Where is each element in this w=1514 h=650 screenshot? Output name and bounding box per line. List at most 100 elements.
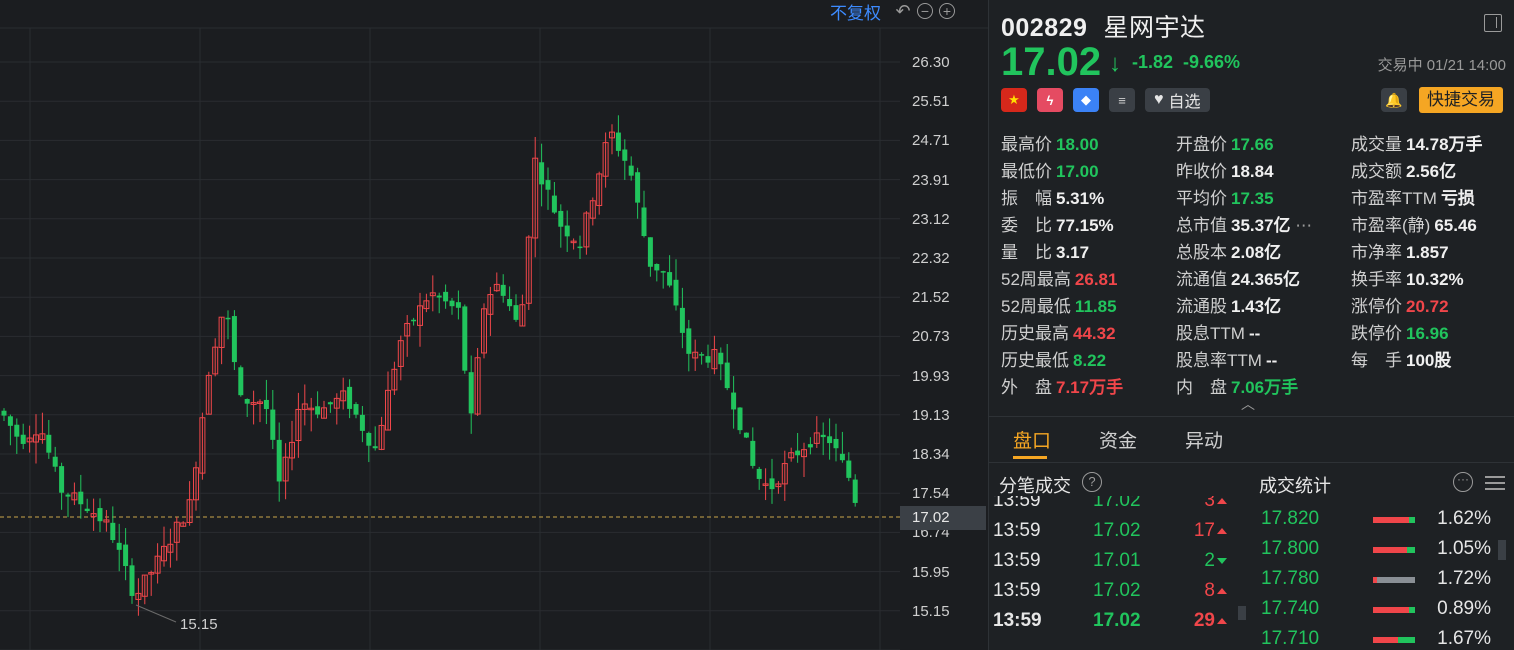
quick-trade-button[interactable]: 快捷交易 bbox=[1419, 87, 1503, 113]
notes-icon[interactable]: ≡ bbox=[1109, 88, 1135, 112]
china-flag-icon[interactable]: ★ bbox=[1001, 88, 1027, 112]
candle-body bbox=[276, 439, 282, 482]
quote-value: 2.56亿 bbox=[1406, 162, 1457, 181]
stats-bar bbox=[1373, 607, 1415, 613]
candle-body bbox=[750, 440, 756, 466]
undo-icon[interactable]: ↶ bbox=[895, 2, 911, 20]
quote-label: 52周最低 bbox=[1001, 297, 1071, 316]
up-triangle-icon bbox=[1217, 618, 1227, 624]
divider bbox=[989, 462, 1514, 463]
quote-label: 股息率TTM bbox=[1176, 351, 1262, 370]
stats-bar-sell bbox=[1398, 637, 1415, 643]
quote-panel: 002829 星网宇达 17.02 ↓ -1.82 -9.66% 交易中 01/21… bbox=[988, 0, 1514, 650]
more-icon[interactable]: ⋯ bbox=[1291, 216, 1312, 235]
kline-chart[interactable]: 不复权 ↶ − + 26.30 25.51 24.71 23.91 23.12 22.32… bbox=[0, 0, 988, 650]
candle-body bbox=[673, 279, 679, 306]
candle-body bbox=[622, 149, 628, 161]
candle-body bbox=[436, 295, 442, 298]
price-tick-label: 19.13 bbox=[912, 406, 950, 424]
candle-body bbox=[539, 162, 545, 185]
add-watchlist-button[interactable]: ♥ 自选 bbox=[1145, 88, 1210, 112]
list-view-icon[interactable] bbox=[1485, 474, 1505, 492]
min-price-label: 15.15 bbox=[180, 616, 218, 633]
quote-item: 总市值 35.37亿 ⋯ bbox=[1176, 211, 1312, 236]
volume-stats-list[interactable]: 17.820 1.62% 17.800 1.05% 17.780 1.72% 17.740 0… bbox=[1259, 508, 1509, 650]
candle-body bbox=[353, 404, 359, 415]
quote-label: 开盘价 bbox=[1176, 135, 1227, 154]
quote-item: 换手率 10.32% bbox=[1351, 265, 1464, 290]
stats-scrollbar[interactable] bbox=[1498, 540, 1506, 560]
quote-value: 7.17万手 bbox=[1056, 378, 1124, 397]
stats-bar-buy bbox=[1373, 607, 1409, 613]
price-tick-label: 19.93 bbox=[912, 367, 950, 385]
trade-time: 13:59 bbox=[993, 610, 1042, 631]
more-icon[interactable]: ··· bbox=[1453, 472, 1473, 492]
quote-value: 18.84 bbox=[1231, 162, 1274, 181]
quote-value: 17.66 bbox=[1231, 135, 1274, 154]
candle-body bbox=[628, 165, 634, 176]
candle-body bbox=[347, 386, 353, 409]
quote-label: 平均价 bbox=[1176, 189, 1227, 208]
tab-2[interactable]: 异动 bbox=[1185, 426, 1223, 453]
quote-value: 18.00 bbox=[1056, 135, 1099, 154]
collapse-chevron-icon[interactable]: ︿ bbox=[1241, 394, 1255, 414]
trades-scrollbar[interactable] bbox=[1238, 606, 1246, 620]
stats-row: 17.740 0.89% bbox=[1259, 598, 1499, 628]
candle-body bbox=[564, 225, 570, 237]
quote-value: 24.365亿 bbox=[1231, 270, 1300, 289]
candle-body bbox=[635, 172, 641, 203]
tag-icon[interactable]: ◆ bbox=[1073, 88, 1099, 112]
quote-item: 平均价 17.35 bbox=[1176, 184, 1274, 209]
quote-item: 涨停价 20.72 bbox=[1351, 292, 1449, 317]
candle-body bbox=[679, 307, 685, 333]
quote-label: 内 盘 bbox=[1176, 378, 1227, 397]
chart-toolbar: 不复权 ↶ − + bbox=[830, 0, 955, 24]
quote-value: 8.22 bbox=[1073, 351, 1107, 370]
candle-body bbox=[827, 436, 833, 444]
candle-body bbox=[238, 367, 244, 396]
quote-label: 成交量 bbox=[1351, 135, 1402, 154]
trades-title: 分笔成交 bbox=[999, 476, 1071, 496]
candle-body bbox=[1, 410, 7, 416]
trade-time: 13:59 bbox=[993, 496, 1041, 511]
tab-0[interactable]: 盘口 bbox=[1013, 426, 1051, 453]
stats-percent: 1.72% bbox=[1437, 568, 1491, 589]
stats-bar bbox=[1373, 577, 1415, 583]
quote-item: 开盘价 17.66 bbox=[1176, 130, 1274, 155]
sidebar-toggle-icon[interactable] bbox=[1484, 14, 1502, 32]
candle-body bbox=[807, 444, 813, 448]
stats-price: 17.740 bbox=[1261, 598, 1320, 619]
candle-body bbox=[513, 305, 519, 320]
quote-item: 52周最低 11.85 bbox=[1001, 292, 1117, 317]
bell-icon[interactable]: 🔔 bbox=[1381, 88, 1407, 112]
kline-svg[interactable] bbox=[0, 0, 988, 650]
help-icon[interactable]: ? bbox=[1082, 472, 1102, 492]
candle-body bbox=[123, 544, 129, 567]
candle-body bbox=[743, 432, 749, 438]
quote-item: 每 手 100股 bbox=[1351, 346, 1451, 371]
flash-icon[interactable]: ϟ bbox=[1037, 88, 1063, 112]
candle-body bbox=[660, 271, 666, 273]
quote-value: 65.46 bbox=[1434, 216, 1477, 235]
price-tick-label: 24.71 bbox=[912, 132, 950, 150]
tab-1[interactable]: 资金 bbox=[1099, 426, 1137, 453]
stats-bar-buy bbox=[1373, 547, 1407, 553]
trading-status: 交易中 01/21 14:00 bbox=[1377, 57, 1506, 74]
zoom-out-icon[interactable]: − bbox=[917, 3, 933, 19]
candle-body bbox=[647, 237, 653, 267]
tick-trades-list[interactable]: 13:59 17.02 3 13:59 17.02 17 13:59 17.01 2 13:59 1… bbox=[989, 496, 1249, 650]
stats-bar-sell bbox=[1407, 547, 1415, 553]
quote-item: 总股本 2.08亿 bbox=[1176, 238, 1281, 263]
candle-body bbox=[833, 438, 839, 449]
trade-row: 13:59 17.02 8 bbox=[989, 580, 1249, 610]
quote-label: 委 比 bbox=[1001, 216, 1052, 235]
trade-row: 13:59 17.02 29 bbox=[989, 610, 1249, 640]
quote-value: 5.31% bbox=[1056, 189, 1105, 208]
stats-title: 成交统计 bbox=[1259, 476, 1331, 496]
quote-label: 振 幅 bbox=[1001, 189, 1052, 208]
change-amount: -1.82 bbox=[1132, 52, 1174, 72]
zoom-in-icon[interactable]: + bbox=[939, 3, 955, 19]
candle-body bbox=[615, 132, 621, 151]
adjust-type-button[interactable]: 不复权 bbox=[830, 0, 881, 24]
quote-label: 昨收价 bbox=[1176, 162, 1227, 181]
